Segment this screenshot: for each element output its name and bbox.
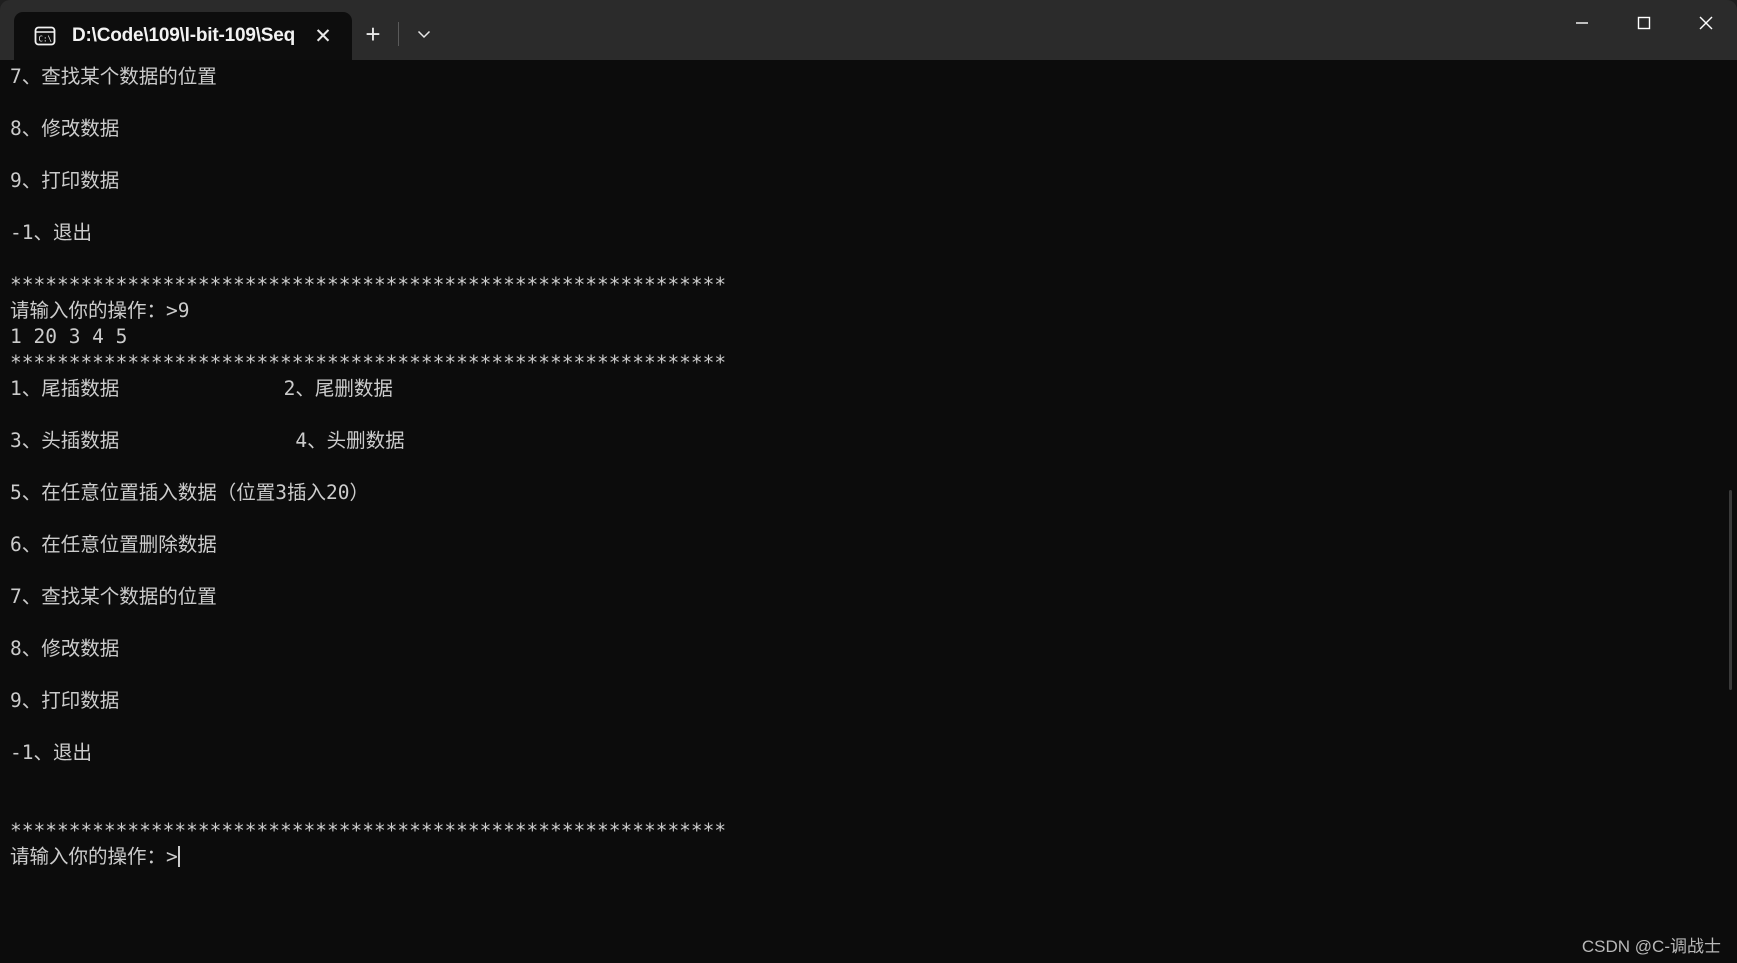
terminal-line: 6、在任意位置删除数据 (10, 533, 217, 556)
scrollbar[interactable] (1725, 60, 1735, 963)
console-icon: C:\ (32, 23, 58, 49)
scrollbar-thumb[interactable] (1729, 490, 1732, 690)
new-tab-button[interactable]: + (352, 15, 394, 53)
close-icon[interactable] (1675, 0, 1737, 46)
tab-strip: C:\ D:\Code\109\l-bit-109\SeqList ✕ + (0, 0, 445, 60)
terminal-line: 请输入你的操作：>9 (10, 299, 190, 322)
text-cursor (177, 846, 180, 867)
terminal-line: 7、查找某个数据的位置 (10, 65, 217, 88)
terminal-line: -1、退出 (10, 741, 92, 764)
tab-bar-actions: + (352, 12, 445, 60)
terminal-line: ****************************************… (10, 351, 727, 374)
terminal-line: 8、修改数据 (10, 117, 120, 140)
watermark: CSDN @C-调战士 (1581, 937, 1721, 956)
terminal-line: 3、头插数据 4、头删数据 (10, 429, 405, 452)
terminal-line: 7、查找某个数据的位置 (10, 585, 217, 608)
terminal-line: 8、修改数据 (10, 637, 120, 660)
terminal-line: 9、打印数据 (10, 689, 120, 712)
terminal-line: 1、尾插数据 2、尾删数据 (10, 377, 393, 400)
terminal-viewport[interactable]: 7、查找某个数据的位置 8、修改数据 9、打印数据 -1、退出 ************… (0, 60, 1737, 963)
tab-bar-divider (398, 22, 399, 46)
terminal-line: 请输入你的操作：> (10, 845, 180, 868)
terminal-line: ****************************************… (10, 273, 727, 296)
terminal-line: 9、打印数据 (10, 169, 120, 192)
minimize-icon[interactable] (1551, 0, 1613, 46)
terminal-line: 5、在任意位置插入数据（位置3插入20） (10, 481, 369, 504)
svg-text:C:\: C:\ (39, 35, 53, 44)
maximize-icon[interactable] (1613, 0, 1675, 46)
title-bar: C:\ D:\Code\109\l-bit-109\SeqList ✕ + (0, 0, 1737, 60)
tab-title: D:\Code\109\l-bit-109\SeqList (72, 25, 294, 46)
terminal-line: 1 20 3 4 5 (10, 325, 128, 348)
terminal-line: -1、退出 (10, 221, 92, 244)
tab-close-icon[interactable]: ✕ (308, 21, 338, 51)
terminal-line: ****************************************… (10, 819, 727, 842)
window-controls (1551, 0, 1737, 46)
chevron-down-icon[interactable] (403, 15, 445, 53)
tab-seqlist[interactable]: C:\ D:\Code\109\l-bit-109\SeqList ✕ (14, 12, 352, 60)
terminal-output: 7、查找某个数据的位置 8、修改数据 9、打印数据 -1、退出 ************… (10, 64, 1737, 870)
terminal-window: C:\ D:\Code\109\l-bit-109\SeqList ✕ + (0, 0, 1737, 963)
